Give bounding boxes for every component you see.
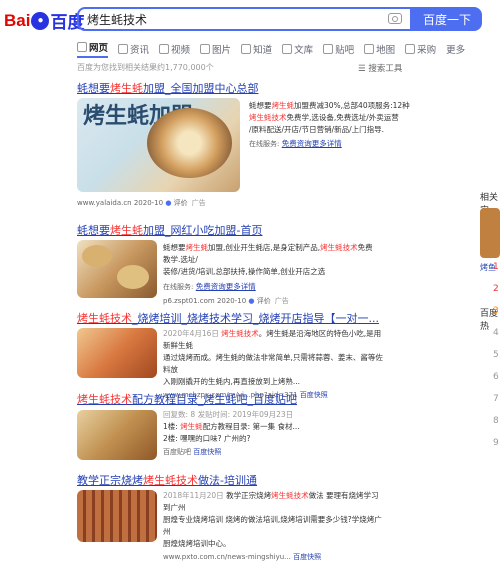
tab-video[interactable]: 视频: [159, 38, 190, 60]
result-title[interactable]: 烤生蚝技术配方教程目录_烤生蚝吧_百度贴吧: [77, 391, 397, 407]
rate-link[interactable]: 评价: [174, 199, 188, 207]
tab-label: 知道: [253, 45, 273, 56]
hot-rank: 1: [493, 262, 499, 272]
result-thumbnail[interactable]: 烤生蚝加盟: [77, 98, 240, 192]
hot-rank: 8: [493, 416, 499, 426]
service-link[interactable]: 免费资询更多详情: [282, 139, 342, 148]
oyster-image: [147, 108, 232, 178]
result-title[interactable]: 烤生蚝技术_烧烤培训_烧烤技术学习_烧烤开店指导【一对一...: [77, 310, 397, 326]
result-snippet: 回复数: 8 发贴时间: 2019年09月23日 1楼: 烤生蚝配方教程目录: …: [163, 410, 300, 456]
hot-rank: 4: [493, 328, 499, 338]
question-icon: [241, 44, 252, 54]
result-snippet: 蚝想要烤生蚝加盟,创业开生蚝店,是身定制产品,烤生蚝技术免费教学.选址/ 装修/…: [163, 243, 373, 305]
hot-rank: 2: [493, 284, 499, 294]
tab-zhidao[interactable]: 知道: [241, 38, 272, 60]
hot-rank: 9: [493, 438, 499, 448]
tab-images[interactable]: 图片: [200, 38, 231, 60]
oyster-image: [82, 245, 112, 267]
tab-label: 贴吧: [335, 45, 355, 56]
related-image[interactable]: [480, 208, 500, 258]
hot-rank: 3: [493, 306, 499, 316]
search-input[interactable]: 烤生蚝技术: [77, 7, 412, 31]
oyster-image: [117, 265, 149, 289]
tab-tieba[interactable]: 贴吧: [323, 38, 354, 60]
rate-link[interactable]: 评价: [257, 297, 271, 305]
tab-news[interactable]: 资讯: [118, 38, 149, 60]
snapshot-link[interactable]: 百度快照: [293, 553, 321, 561]
result-item: 蚝想要烤生蚝加盟_全国加盟中心总部: [77, 80, 397, 96]
hot-rank: 7: [493, 394, 499, 404]
result-item: 教学正宗烧烤烤生蚝技术做法-培训通: [77, 472, 397, 488]
tab-label: 视频: [171, 45, 191, 56]
tab-more[interactable]: 更多: [446, 38, 465, 60]
result-title[interactable]: 蚝想要烤生蚝加盟_网红小吃加盟-首页: [77, 222, 397, 238]
hot-rank: 6: [493, 372, 499, 382]
result-thumbnail[interactable]: [77, 328, 157, 378]
tab-web[interactable]: 网页: [77, 38, 109, 58]
nav-tabs: 网页 资讯 视频 图片 知道 文库 贴吧 地图 采购 更多: [77, 38, 475, 60]
tab-label: 网页: [89, 43, 109, 54]
tab-label: 图片: [212, 45, 232, 56]
video-icon: [159, 44, 170, 54]
cart-icon: [405, 44, 416, 54]
forum-icon: [323, 44, 334, 54]
result-snippet: 蚝想要烤生蚝加盟费减30%,总部40项服务:12种 烤生蚝技术免费学,选设备,免…: [249, 101, 410, 148]
result-title[interactable]: 蚝想要烤生蚝加盟_全国加盟中心总部: [77, 80, 397, 96]
tab-wenku[interactable]: 文库: [282, 38, 313, 60]
logo-text-bai: Bai: [4, 10, 31, 30]
result-meta: www.yalaida.cn 2020-10 ● 评价 广告: [77, 199, 206, 207]
tab-label: 地图: [376, 45, 396, 56]
result-stats: 百度为您找到相关结果约1,770,000个: [77, 63, 214, 72]
result-thumbnail[interactable]: [77, 240, 157, 298]
result-thumbnail[interactable]: [77, 410, 157, 460]
map-icon: [364, 44, 375, 54]
tab-label: 文库: [294, 45, 314, 56]
baidu-logo[interactable]: Bai ● 百度: [4, 8, 84, 33]
result-item: 蚝想要烤生蚝加盟_网红小吃加盟-首页: [77, 222, 397, 238]
tab-purchase[interactable]: 采购: [405, 38, 436, 60]
header: Bai ● 百度 烤生蚝技术 百度一下: [0, 0, 500, 40]
service-link[interactable]: 免费资询更多详情: [196, 282, 256, 291]
camera-icon[interactable]: [388, 13, 402, 24]
search-tools-label: 搜索工具: [368, 64, 403, 74]
image-icon: [200, 44, 211, 54]
result-title[interactable]: 教学正宗烧烤烤生蚝技术做法-培训通: [77, 472, 397, 488]
search-button[interactable]: 百度一下: [412, 7, 482, 31]
result-item: 烤生蚝技术配方教程目录_烤生蚝吧_百度贴吧: [77, 391, 397, 407]
search-icon: [77, 42, 87, 52]
tab-label: 更多: [446, 45, 466, 56]
search-query: 烤生蚝技术: [87, 12, 148, 27]
tab-label: 资讯: [130, 45, 150, 56]
result-snippet: 2018年11月20日 教学正宗烧烤烤生蚝技术做法 要理有烧烤学习 到广州 厨煌…: [163, 491, 382, 561]
paw-icon: ●: [31, 11, 50, 30]
doc-icon: [282, 44, 293, 54]
search-tools-button[interactable]: ☰ 搜索工具: [358, 62, 402, 74]
result-thumbnail[interactable]: [77, 490, 157, 542]
tab-map[interactable]: 地图: [364, 38, 395, 60]
hot-rank: 5: [493, 350, 499, 360]
tab-label: 采购: [417, 45, 437, 56]
snapshot-link[interactable]: 百度快照: [193, 448, 221, 456]
result-item: 烤生蚝技术_烧烤培训_烧烤技术学习_烧烤开店指导【一对一...: [77, 310, 397, 326]
news-icon: [118, 44, 129, 54]
